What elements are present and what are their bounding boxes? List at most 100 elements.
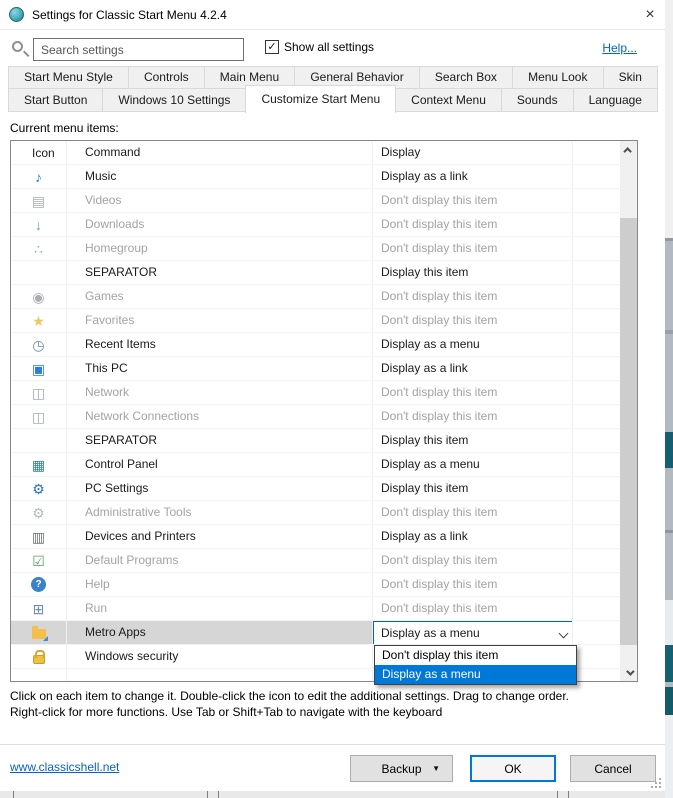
extra-cell: [573, 525, 621, 549]
extra-cell: [573, 453, 621, 477]
tab-sounds[interactable]: Sounds: [500, 88, 574, 112]
table-row[interactable]: ⊞ Run Don't display this item: [11, 597, 637, 621]
icon-cell: ◷: [11, 333, 67, 357]
show-all-settings-option[interactable]: ✓ Show all settings: [265, 40, 374, 54]
scroll-up-button[interactable]: [620, 141, 637, 158]
empty-cell: [11, 669, 67, 681]
tab-customize-start-menu[interactable]: Customize Start Menu: [245, 85, 397, 113]
current-menu-items-label: Current menu items:: [10, 121, 119, 135]
help-link[interactable]: Help...: [602, 41, 637, 55]
backup-button[interactable]: Backup ▼: [350, 755, 453, 782]
display-cell: Display as a menu: [373, 621, 573, 645]
icon-cell: ⊞: [11, 597, 67, 621]
show-all-settings-checkbox[interactable]: ✓: [265, 40, 279, 54]
table-row[interactable]: ◫ Network Connections Don't display this i…: [11, 405, 637, 429]
extra-cell: [573, 645, 621, 669]
table-header-row: Icon Command Display: [11, 141, 637, 165]
run-icon: ⊞: [32, 600, 45, 617]
table-row[interactable]: ? Help Don't display this item: [11, 573, 637, 597]
table-row[interactable]: Metro Apps Display as a menu: [11, 621, 637, 645]
display-cell: Don't display this item: [373, 549, 573, 573]
command-cell: Network: [67, 381, 373, 405]
column-header-extra: [573, 141, 621, 165]
dropdown-item[interactable]: Don't display this item: [375, 646, 576, 665]
extra-cell: [573, 237, 621, 261]
downloads-icon: ↓: [35, 216, 42, 233]
extra-cell: [573, 549, 621, 573]
close-icon[interactable]: ×: [635, 2, 665, 28]
column-header-command[interactable]: Command: [67, 141, 373, 165]
search-icon: [12, 41, 23, 52]
tab-language[interactable]: Language: [572, 88, 658, 112]
cancel-button[interactable]: Cancel: [570, 755, 656, 782]
tab-context-menu[interactable]: Context Menu: [395, 88, 502, 112]
classicshell-website-link[interactable]: www.classicshell.net: [10, 760, 119, 774]
table-row[interactable]: ▥ Devices and Printers Display as a link: [11, 525, 637, 549]
extra-cell: [573, 213, 621, 237]
scrollbar-thumb[interactable]: [620, 218, 637, 645]
instructions-line-2: Right-click for more functions. Use Tab …: [10, 705, 443, 719]
resize-grip[interactable]: [651, 778, 661, 788]
display-combobox[interactable]: Display as a menu: [373, 621, 572, 644]
column-header-display[interactable]: Display: [373, 141, 573, 165]
backup-dropdown-arrow-icon: ▼: [432, 764, 440, 773]
icon-cell: ◉: [11, 285, 67, 309]
empty-cell: [67, 669, 373, 681]
icon-cell: ⚙: [11, 477, 67, 501]
table-row[interactable]: ◉ Games Don't display this item: [11, 285, 637, 309]
icon-cell: [11, 621, 67, 645]
window-title: Settings for Classic Start Menu 4.2.4: [32, 7, 227, 22]
table-row[interactable]: SEPARATOR Display this item: [11, 261, 637, 285]
table-row[interactable]: ⚙ PC Settings Display this item: [11, 477, 637, 501]
icon-cell: ▥: [11, 525, 67, 549]
icon-cell: ◫: [11, 405, 67, 429]
column-header-icon[interactable]: Icon: [11, 141, 67, 165]
tab-windows-10-settings[interactable]: Windows 10 Settings: [102, 88, 247, 112]
tab-start-menu-style[interactable]: Start Menu Style: [8, 66, 129, 89]
ok-button[interactable]: OK: [470, 755, 556, 782]
videos-icon: ▤: [31, 192, 46, 209]
tab-start-button[interactable]: Start Button: [8, 88, 104, 112]
command-cell: Run: [67, 597, 373, 621]
tab-search-box[interactable]: Search Box: [418, 66, 513, 89]
display-cell: Display as a menu: [373, 453, 573, 477]
display-cell: Display this item: [373, 429, 573, 453]
show-all-settings-label: Show all settings: [284, 40, 375, 54]
command-cell: Videos: [67, 189, 373, 213]
table-scrollbar[interactable]: [620, 141, 637, 681]
backup-button-label: Backup: [381, 761, 422, 776]
tab-menu-look[interactable]: Menu Look: [512, 66, 604, 89]
admin-tools-icon: ⚙: [32, 504, 45, 521]
table-row[interactable]: ↓ Downloads Don't display this item: [11, 213, 637, 237]
table-row[interactable]: ▦ Control Panel Display as a menu: [11, 453, 637, 477]
dropdown-item[interactable]: Display as a menu: [375, 665, 576, 684]
menu-items-table: Icon Command Display ♪ Music Display as a …: [10, 140, 638, 682]
table-row[interactable]: ☑ Default Programs Don't display this item: [11, 549, 637, 573]
table-row[interactable]: ★ Favorites Don't display this item: [11, 309, 637, 333]
table-row[interactable]: SEPARATOR Display this item: [11, 429, 637, 453]
tab-skin[interactable]: Skin: [602, 66, 659, 89]
extra-cell: [573, 333, 621, 357]
command-cell: Windows security: [67, 645, 373, 669]
search-input[interactable]: [33, 38, 244, 61]
table-row[interactable]: ▤ Videos Don't display this item: [11, 189, 637, 213]
extra-cell: [573, 381, 621, 405]
display-cell: Don't display this item: [373, 405, 573, 429]
icon-cell: ∴: [11, 237, 67, 261]
display-cell: Don't display this item: [373, 501, 573, 525]
icon-cell: [11, 261, 67, 285]
table-row[interactable]: ◷ Recent Items Display as a menu: [11, 333, 637, 357]
scroll-down-button[interactable]: [620, 664, 637, 681]
command-cell: This PC: [67, 357, 373, 381]
command-cell: Recent Items: [67, 333, 373, 357]
table-row[interactable]: ∴ Homegroup Don't display this item: [11, 237, 637, 261]
table-row[interactable]: ◫ Network Don't display this item: [11, 381, 637, 405]
table-row[interactable]: ▣ This PC Display as a link: [11, 357, 637, 381]
extra-cell: [573, 285, 621, 309]
command-cell: SEPARATOR: [67, 429, 373, 453]
screen: Settings for Classic Start Menu 4.2.4 × …: [0, 0, 673, 798]
table-row[interactable]: ♪ Music Display as a link: [11, 165, 637, 189]
tab-controls[interactable]: Controls: [127, 66, 205, 89]
games-icon: ◉: [32, 288, 45, 305]
table-row[interactable]: ⚙ Administrative Tools Don't display this …: [11, 501, 637, 525]
